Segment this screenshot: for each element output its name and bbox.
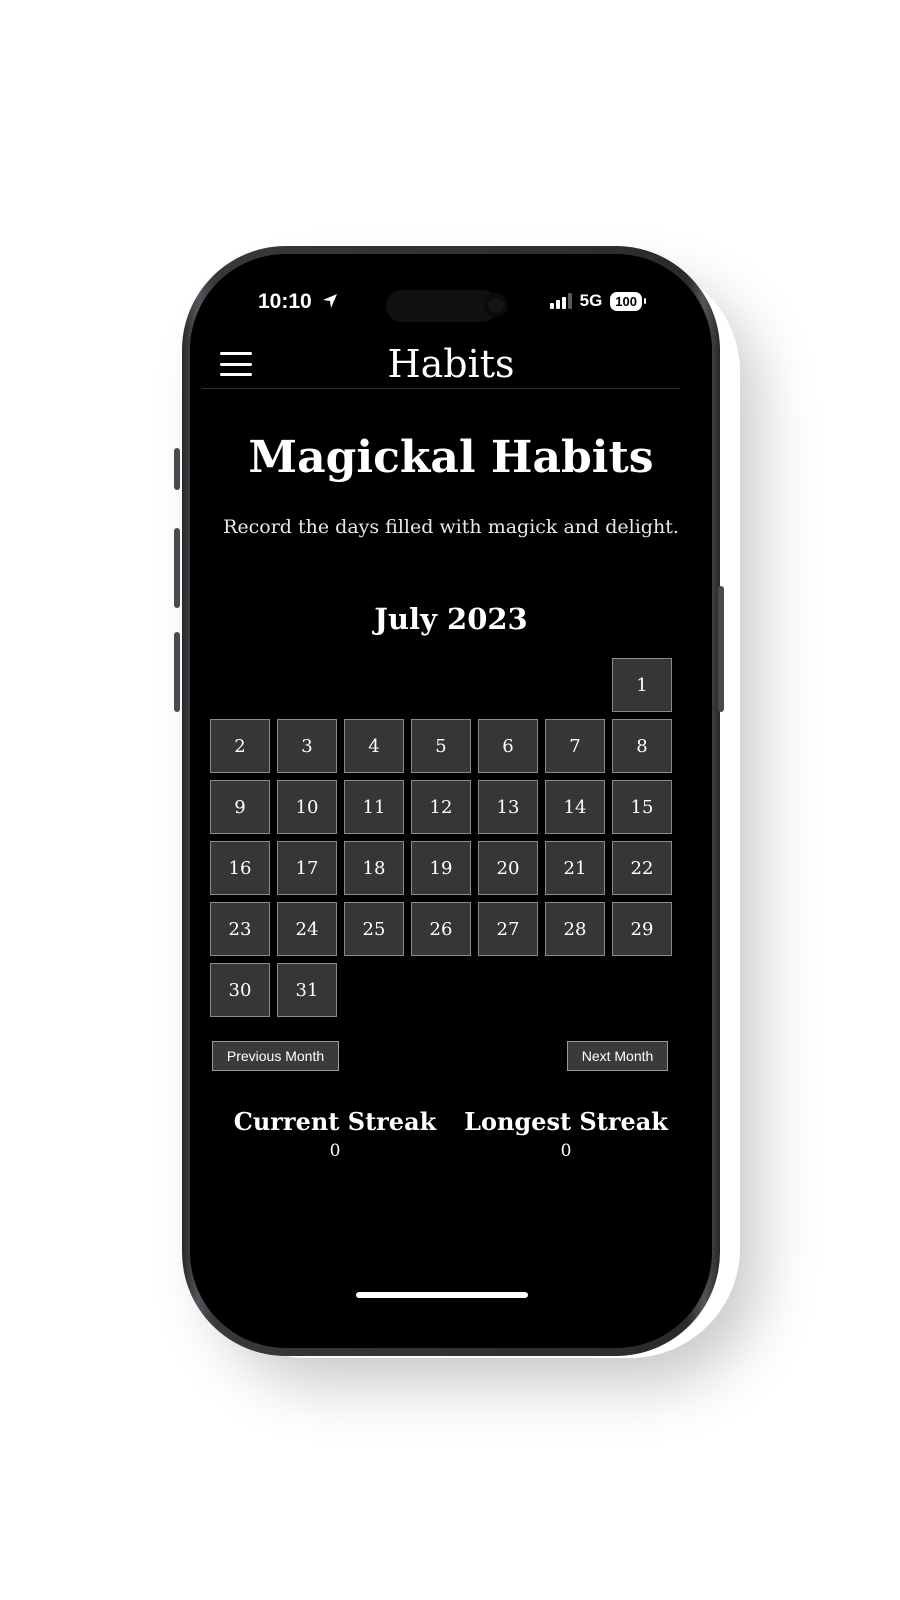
home-indicator[interactable] [356, 1292, 528, 1298]
previous-month-button[interactable]: Previous Month [212, 1041, 339, 1071]
calendar-empty-cell [478, 658, 538, 712]
current-streak-value: 0 [329, 1141, 341, 1161]
current-streak: Current Streak 0 [225, 1106, 445, 1162]
longest-streak: Longest Streak 0 [456, 1106, 676, 1162]
power-button [718, 586, 724, 712]
status-bar-right: 5G 100 [549, 291, 646, 311]
calendar-month-label: July 2023 [374, 602, 528, 636]
calendar-day[interactable]: 7 [545, 719, 605, 773]
calendar-day[interactable]: 5 [411, 719, 471, 773]
calendar-day[interactable]: 11 [344, 780, 404, 834]
next-month-button[interactable]: Next Month [567, 1041, 668, 1071]
page-title: Magickal Habits [248, 432, 654, 483]
location-arrow-icon [322, 294, 337, 308]
calendar-day[interactable]: 23 [210, 902, 270, 956]
header-title: Habits [387, 342, 515, 386]
calendar-day[interactable]: 30 [210, 963, 270, 1017]
volume-down-button [174, 632, 180, 712]
longest-streak-value: 0 [560, 1141, 572, 1161]
calendar-day[interactable]: 1 [612, 658, 672, 712]
page-subtitle: Record the days filled with magick and d… [223, 516, 679, 538]
status-bar-time: 10:10 [258, 290, 338, 314]
calendar-day[interactable]: 21 [545, 841, 605, 895]
battery-icon: 100 [610, 291, 646, 311]
phone-screen: 10:10 5G 100 Habits Magickal Habits Reco… [190, 254, 712, 1348]
calendar-day[interactable]: 16 [210, 841, 270, 895]
calendar-day[interactable]: 8 [612, 719, 672, 773]
calendar-day[interactable]: 28 [545, 902, 605, 956]
network-type: 5G [579, 291, 603, 310]
calendar-day[interactable]: 17 [277, 841, 337, 895]
calendar-day[interactable]: 14 [545, 780, 605, 834]
calendar-day[interactable]: 20 [478, 841, 538, 895]
calendar-day[interactable]: 24 [277, 902, 337, 956]
calendar-day[interactable]: 6 [478, 719, 538, 773]
calendar-grid: 1 2 3 4 5 6 7 8 9 10 11 12 13 14 15 16 17 18 19 20 21 22 23 24 2… [210, 658, 672, 1017]
front-camera [484, 293, 508, 317]
calendar-day[interactable]: 15 [612, 780, 672, 834]
calendar-day[interactable]: 4 [344, 719, 404, 773]
calendar-empty-cell [344, 658, 404, 712]
dynamic-island [386, 290, 498, 322]
calendar-day[interactable]: 13 [478, 780, 538, 834]
calendar-empty-cell [411, 658, 471, 712]
calendar-day[interactable]: 12 [411, 780, 471, 834]
calendar-empty-cell [545, 658, 605, 712]
calendar-day[interactable]: 25 [344, 902, 404, 956]
calendar-day[interactable]: 26 [411, 902, 471, 956]
current-streak-label: Current Streak [233, 1107, 437, 1136]
calendar-day[interactable]: 22 [612, 841, 672, 895]
cellular-signal-icon [549, 293, 572, 309]
header-divider [202, 388, 680, 389]
calendar-day[interactable]: 2 [210, 719, 270, 773]
calendar-empty-cell [277, 658, 337, 712]
volume-up-button [174, 528, 180, 608]
app-header: Habits [190, 340, 712, 388]
calendar-day[interactable]: 10 [277, 780, 337, 834]
calendar-day[interactable]: 31 [277, 963, 337, 1017]
calendar-empty-cell [210, 658, 270, 712]
action-button [174, 448, 180, 490]
calendar-day[interactable]: 19 [411, 841, 471, 895]
calendar-day[interactable]: 18 [344, 841, 404, 895]
calendar-day[interactable]: 9 [210, 780, 270, 834]
longest-streak-label: Longest Streak [464, 1107, 668, 1136]
calendar-day[interactable]: 3 [277, 719, 337, 773]
calendar-day[interactable]: 29 [612, 902, 672, 956]
calendar-day[interactable]: 27 [478, 902, 538, 956]
